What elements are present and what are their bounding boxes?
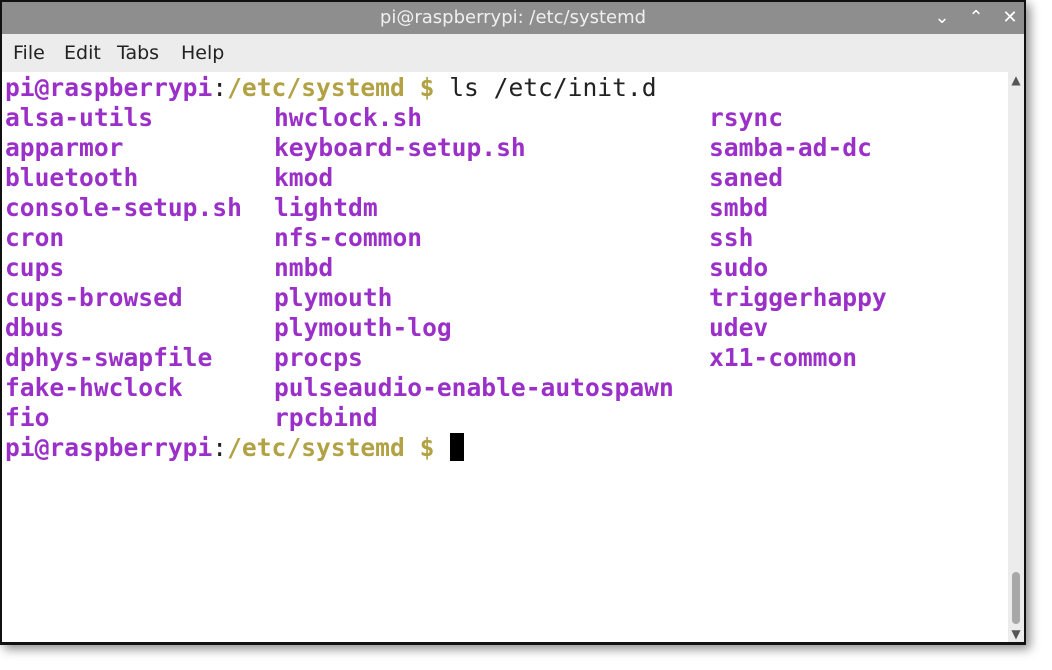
window-title: pi@raspberrypi: /etc/systemd bbox=[379, 7, 647, 28]
listing-entry: kmod bbox=[274, 163, 334, 192]
prompt-user: pi@raspberrypi bbox=[5, 73, 213, 102]
listing-entry: sudo bbox=[709, 253, 769, 282]
listing-entry: hwclock.sh bbox=[274, 103, 423, 132]
menu-help[interactable]: Help bbox=[181, 34, 224, 72]
listing-entry: cups-browsed bbox=[5, 283, 183, 312]
listing-entry: keyboard-setup.sh bbox=[274, 133, 526, 162]
close-icon[interactable]: ✕ bbox=[996, 2, 1024, 34]
vertical-scrollbar[interactable]: ▲ ▼ bbox=[1008, 72, 1024, 642]
menu-bar: File Edit Tabs Help bbox=[2, 34, 1024, 72]
listing-entry: plymouth-log bbox=[274, 313, 452, 342]
listing-entry: alsa-utils bbox=[5, 103, 154, 132]
listing-entry: x11-common bbox=[709, 343, 858, 372]
listing-entry: saned bbox=[709, 163, 784, 192]
listing-entry: plymouth bbox=[274, 283, 393, 312]
listing-entry: samba-ad-dc bbox=[709, 133, 872, 162]
listing-entry: smbd bbox=[709, 193, 769, 222]
listing-entry: lightdm bbox=[274, 193, 378, 222]
listing-entry: rpcbind bbox=[274, 403, 378, 432]
listing-entry: pulseaudio-enable-autospawn bbox=[274, 373, 674, 402]
listing-entry: fio bbox=[5, 403, 50, 432]
down-arrow-icon[interactable]: ▼ bbox=[1008, 626, 1024, 642]
menu-edit[interactable]: Edit bbox=[64, 34, 101, 72]
title-bar[interactable]: pi@raspberrypi: /etc/systemd ⌄ ⌃ ✕ bbox=[2, 2, 1024, 34]
listing-entry: fake-hwclock bbox=[5, 373, 183, 402]
listing-entry: apparmor bbox=[5, 133, 124, 162]
prompt-separator: : bbox=[212, 433, 228, 462]
prompt-user: pi@raspberrypi bbox=[5, 433, 213, 462]
prompt-path: /etc/systemd $ bbox=[227, 73, 435, 102]
current-prompt-line: pi@raspberrypi:/etc/systemd $ bbox=[5, 433, 465, 463]
minimize-icon[interactable]: ⌄ bbox=[928, 2, 956, 34]
up-arrow-icon[interactable]: ▲ bbox=[1008, 72, 1024, 88]
listing-entry: procps bbox=[274, 343, 363, 372]
maximize-icon[interactable]: ⌃ bbox=[962, 2, 990, 34]
listing-entry: bluetooth bbox=[5, 163, 139, 192]
text-cursor bbox=[450, 433, 465, 461]
terminal-output[interactable]: pi@raspberrypi:/etc/systemd $ ls /etc/in… bbox=[2, 72, 1008, 642]
listing-entry: triggerhappy bbox=[709, 283, 887, 312]
prompt-path: /etc/systemd $ bbox=[227, 433, 435, 462]
listing-entry: dbus bbox=[5, 313, 65, 342]
listing-entry: udev bbox=[709, 313, 769, 342]
listing-entry: rsync bbox=[709, 103, 784, 132]
listing-entry: dphys-swapfile bbox=[5, 343, 213, 372]
menu-tabs[interactable]: Tabs bbox=[117, 34, 159, 72]
prompt-separator: : bbox=[212, 73, 228, 102]
listing-entry: cups bbox=[5, 253, 65, 282]
listing-entry: ssh bbox=[709, 223, 754, 252]
listing-entry: nfs-common bbox=[274, 223, 423, 252]
terminal-window: pi@raspberrypi: /etc/systemd ⌄ ⌃ ✕ File … bbox=[0, 0, 1026, 645]
listing-entry: cron bbox=[5, 223, 65, 252]
listing-entry: console-setup.sh bbox=[5, 193, 242, 222]
listing-entry: nmbd bbox=[274, 253, 334, 282]
scrollbar-thumb[interactable] bbox=[1012, 572, 1020, 624]
command-text: ls /etc/init.d bbox=[434, 73, 657, 102]
menu-file[interactable]: File bbox=[13, 34, 45, 72]
command-line: pi@raspberrypi:/etc/systemd $ ls /etc/in… bbox=[5, 73, 657, 103]
